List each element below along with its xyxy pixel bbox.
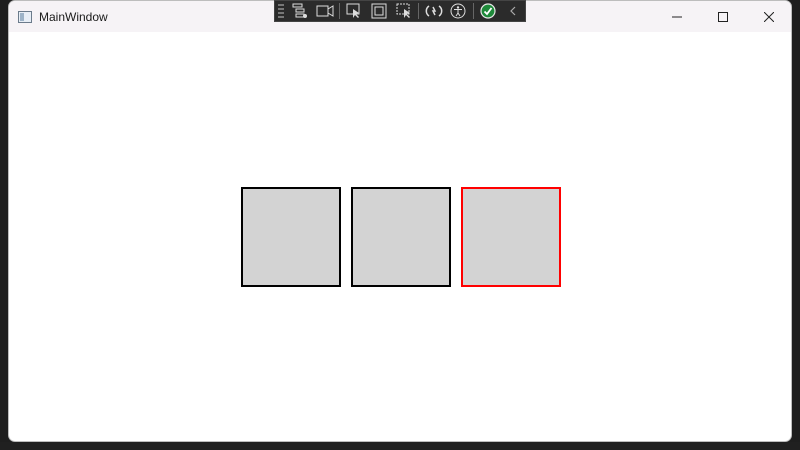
close-button[interactable] [746,1,791,32]
maximize-button[interactable] [700,1,746,32]
toolbar-grip[interactable] [278,4,284,18]
window-title: MainWindow [39,9,108,24]
close-icon [764,11,774,22]
square-1 [241,187,341,287]
minimize-button[interactable] [654,1,700,32]
track-focus-icon[interactable] [395,2,414,20]
square-3-selected [461,187,561,287]
accessibility-icon[interactable] [449,2,468,20]
main-window: MainWindow [8,0,792,442]
toolbar-separator [339,3,341,19]
hot-reload-icon[interactable] [424,2,443,20]
xaml-debug-toolbar [274,0,526,22]
backdrop-ide [0,442,800,450]
toolbar-separator [418,3,420,19]
maximize-icon [718,11,728,22]
toolbar-separator [472,3,474,19]
collapse-chevron-icon[interactable] [503,2,522,20]
square-2 [351,187,451,287]
select-element-icon[interactable] [345,2,364,20]
video-icon[interactable] [315,2,334,20]
app-icon [18,10,32,23]
minimize-icon [672,16,682,17]
display-layout-adorners-icon[interactable] [370,2,389,20]
live-visual-tree-icon[interactable] [291,2,310,20]
binding-check-icon[interactable] [479,2,498,20]
